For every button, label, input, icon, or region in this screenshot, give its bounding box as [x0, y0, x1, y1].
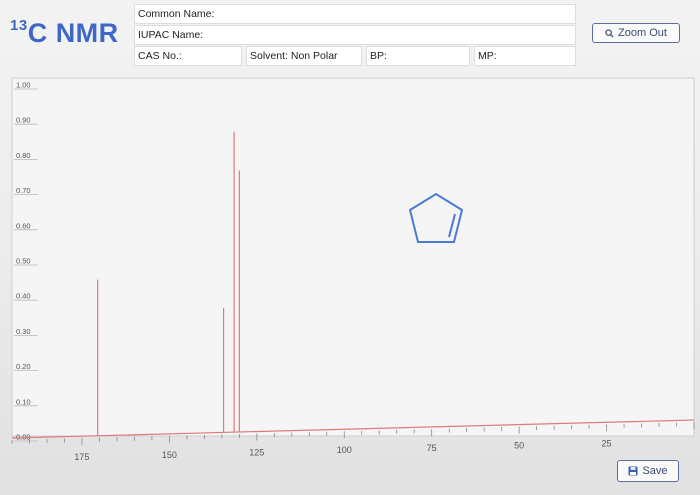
y-tick-label: 0.10: [16, 397, 31, 406]
x-tick-label: 100: [337, 445, 352, 455]
spectrum-chart[interactable]: 0.000.100.200.300.400.500.600.700.800.90…: [0, 0, 700, 495]
x-tick-label: 75: [427, 443, 437, 453]
x-tick-label: 125: [249, 448, 264, 458]
y-tick-label: 1.00: [16, 81, 31, 90]
y-tick-label: 0.50: [16, 257, 31, 266]
y-tick-label: 0.40: [16, 292, 31, 301]
floppy-disk-icon: [628, 466, 638, 476]
y-tick-label: 0.80: [16, 151, 31, 160]
plot-area[interactable]: [11, 77, 695, 437]
y-tick-label: 0.30: [16, 327, 31, 336]
y-tick-label: 0.20: [16, 362, 31, 371]
save-label: Save: [642, 465, 668, 477]
nmr-viewer: 13C NMR Common Name: IUPAC Name: CAS No.…: [0, 0, 700, 495]
save-button[interactable]: Save: [617, 460, 679, 482]
y-tick-label: 0.60: [16, 221, 31, 230]
x-tick-label: 150: [162, 450, 177, 460]
y-tick-label: 0.70: [16, 186, 31, 195]
x-tick-label: 175: [74, 452, 89, 462]
x-tick-label: 50: [514, 441, 524, 451]
x-tick-label: 25: [602, 438, 612, 448]
y-tick-label: 0.90: [16, 116, 31, 125]
